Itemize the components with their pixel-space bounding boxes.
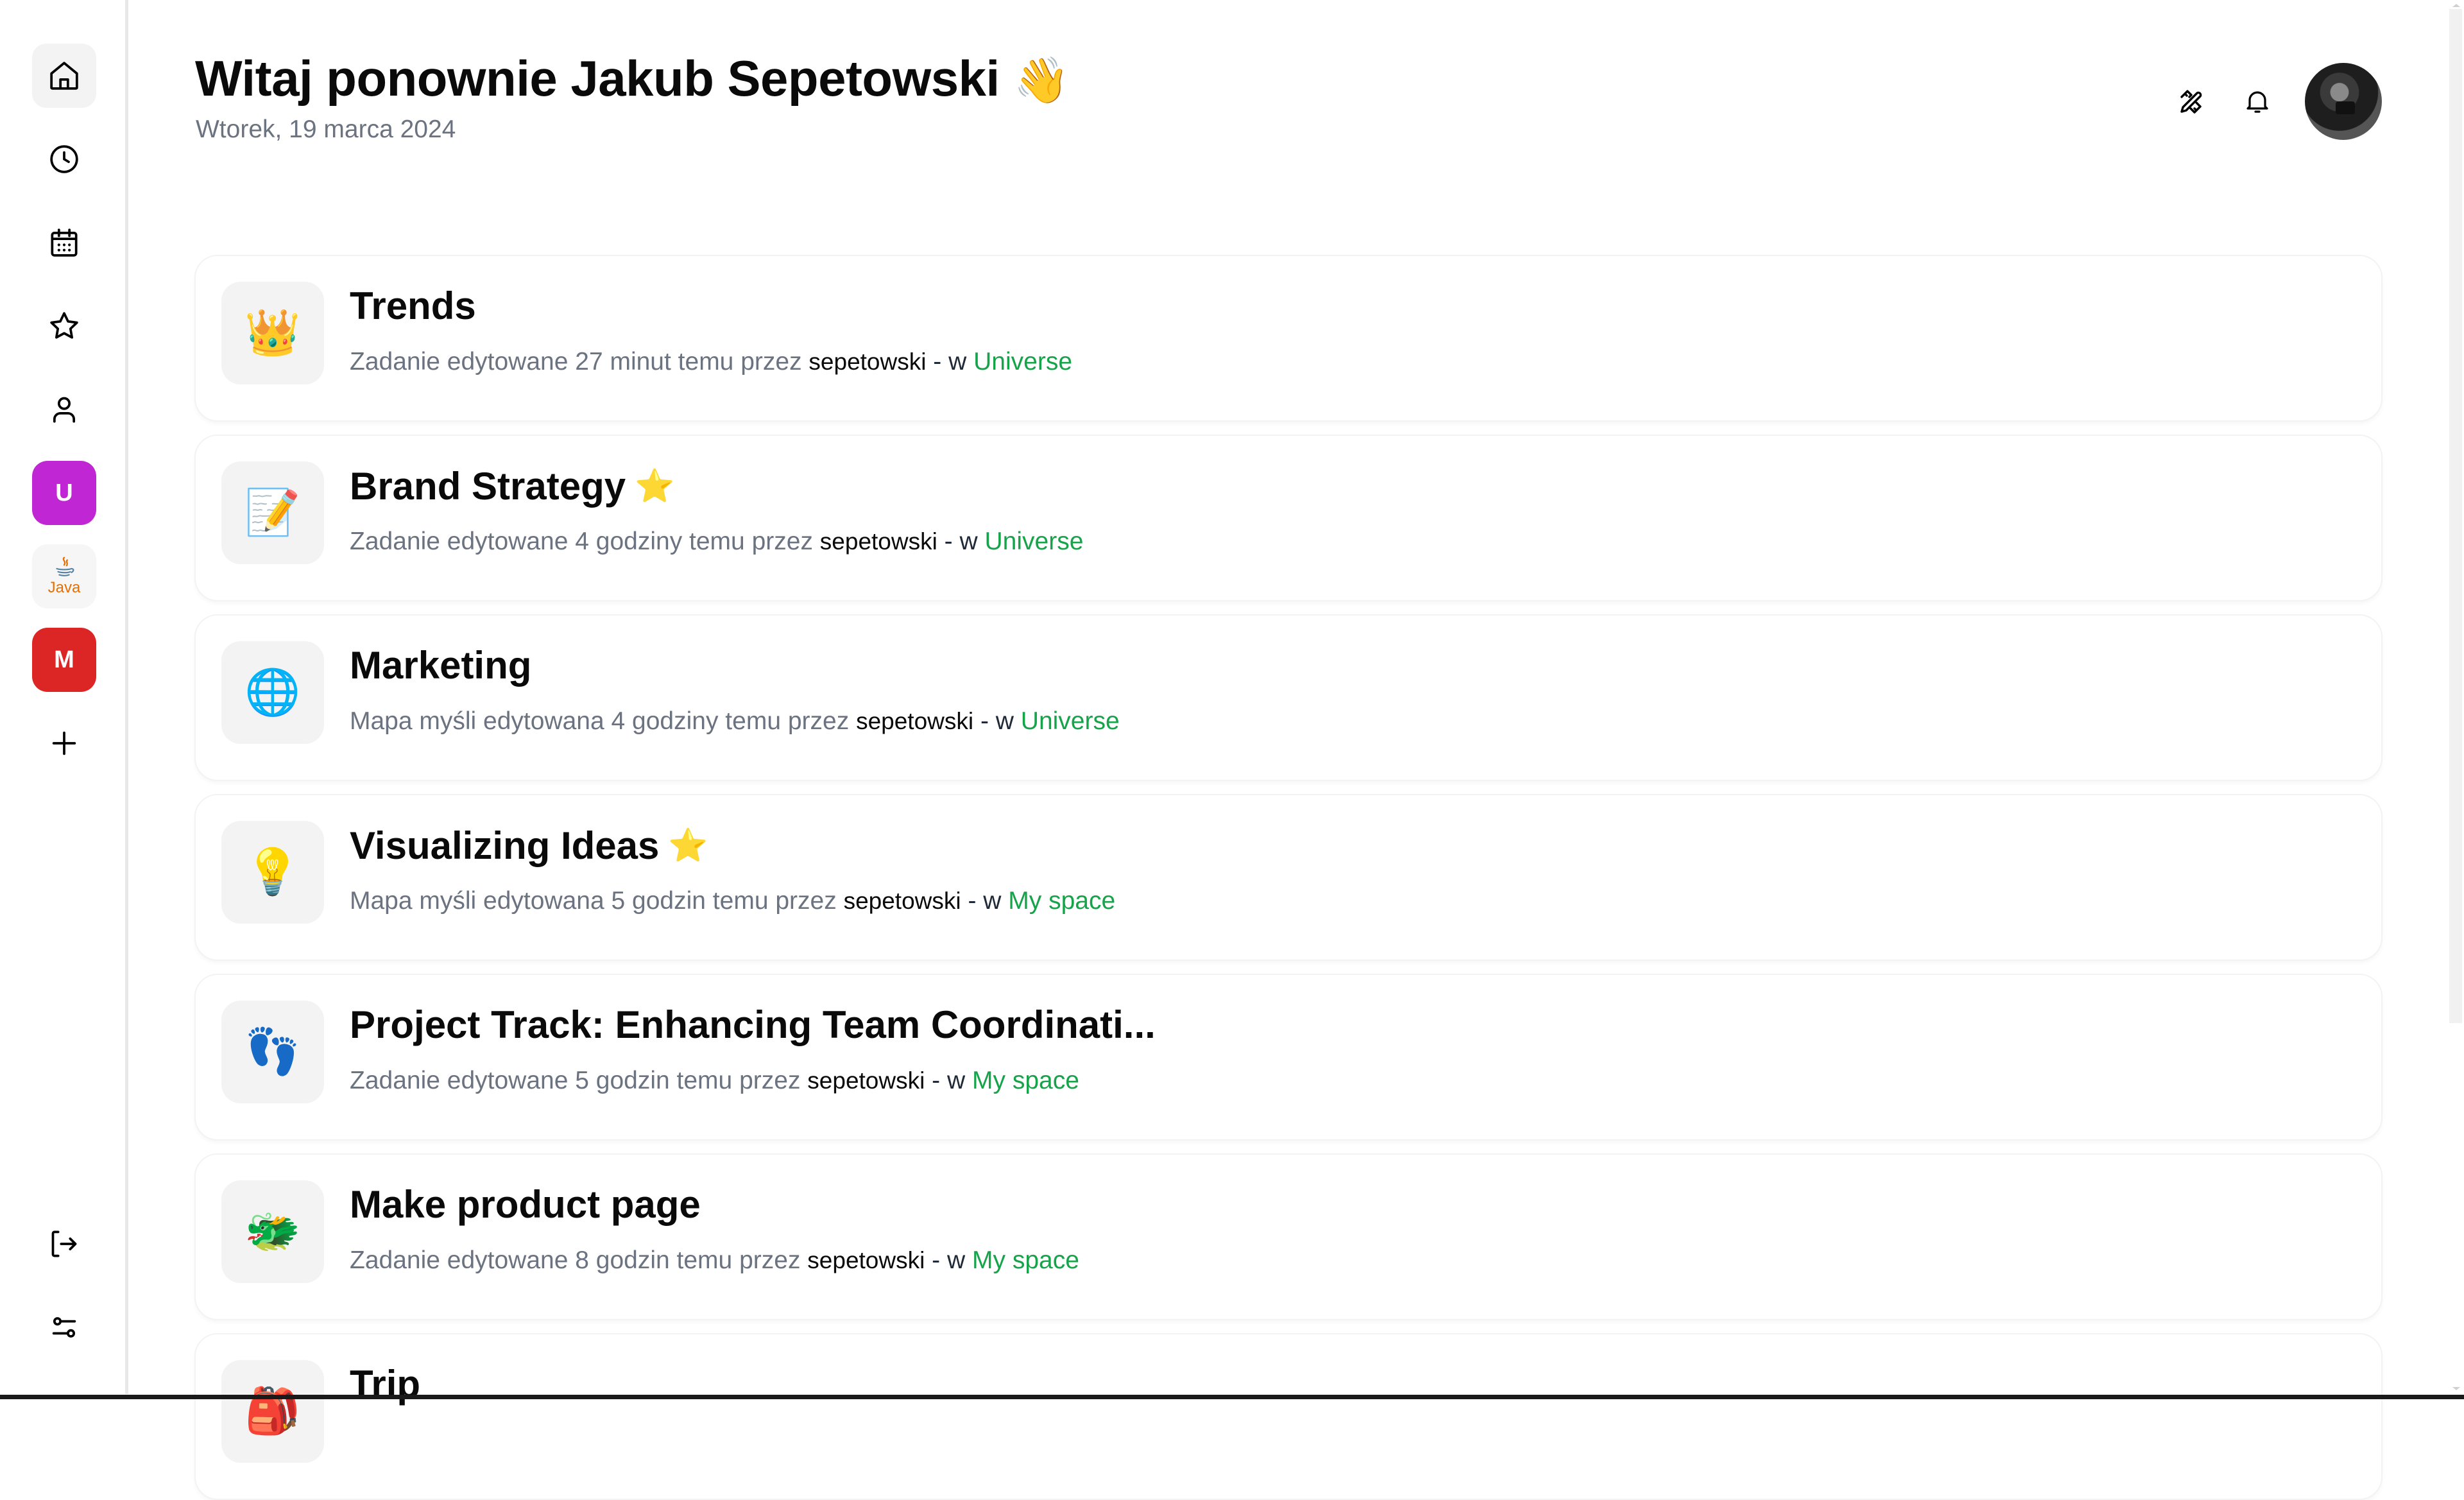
item-title: Project Track: Enhancing Team Coordinati… (350, 1002, 1156, 1048)
tools-icon (2180, 90, 2202, 114)
sidebar-item-home[interactable] (32, 44, 96, 108)
item-action: Zadanie edytowane 4 godziny temu przez (350, 528, 813, 555)
clock-icon (50, 145, 78, 173)
current-date: Wtorek, 19 marca 2024 (196, 116, 456, 143)
item-meta: Zadanie edytowane 5 godzin temu przez se… (350, 1065, 1079, 1097)
item-separator: - w (932, 1067, 966, 1094)
sidebar-item-calendar[interactable] (32, 211, 96, 275)
list-item[interactable]: 📝 Brand Strategy ⭐ Zadanie edytowane 4 go… (194, 435, 2383, 601)
item-title: Make product page (350, 1182, 701, 1228)
favorite-star-icon: ⭐ (668, 827, 708, 863)
item-title-text: Trends (350, 284, 476, 327)
waving-hand-icon: 👋 (1013, 55, 1070, 105)
item-title-text: Marketing (350, 644, 532, 687)
tools-button[interactable] (2174, 83, 2210, 119)
item-action: Zadanie edytowane 5 godzin temu przez (350, 1067, 801, 1094)
item-space-link[interactable]: My space (1008, 887, 1115, 915)
java-logo-icon (56, 556, 74, 576)
item-action: Zadanie edytowane 27 minut temu przez (350, 348, 802, 375)
sidebar-item-profile[interactable] (32, 377, 96, 442)
item-separator: - w (944, 528, 978, 555)
logout-button[interactable] (32, 1212, 96, 1276)
item-title-text: Brand Strategy (350, 465, 626, 508)
add-space-button[interactable] (32, 711, 96, 775)
item-separator: - w (968, 887, 1002, 915)
bell-icon (2246, 91, 2268, 113)
item-meta: Zadanie edytowane 27 minut temu przez se… (350, 346, 1072, 378)
space-java-label: Java (47, 579, 81, 596)
footprints-icon: 👣 (221, 1001, 324, 1103)
memo-icon: 📝 (221, 461, 324, 564)
user-avatar[interactable] (2305, 63, 2382, 140)
item-meta: Zadanie edytowane 8 godzin temu przez se… (350, 1245, 1079, 1277)
item-meta: Zadanie edytowane 4 godziny temu przez s… (350, 526, 1083, 558)
item-user: sepetowski (807, 1067, 925, 1094)
item-meta: Mapa myśli edytowana 5 godzin temu przez… (350, 885, 1115, 917)
item-separator: - w (933, 348, 967, 375)
dragon-icon: 🐲 (221, 1180, 324, 1283)
logout-icon (51, 1230, 77, 1257)
notifications-button[interactable] (2239, 83, 2275, 119)
list-item[interactable]: 🎒 Trip (194, 1333, 2383, 1500)
user-icon (53, 397, 76, 423)
space-m[interactable]: M (32, 628, 96, 692)
item-user: sepetowski (819, 528, 937, 555)
favorite-star-icon: ⭐ (635, 468, 675, 504)
item-title: Trip (350, 1361, 420, 1408)
space-m-label: M (54, 646, 74, 673)
item-title-text: Visualizing Ideas (350, 824, 660, 867)
item-action: Mapa myśli edytowana 5 godzin temu przez (350, 887, 837, 915)
scroll-up-arrow-icon[interactable] (2450, 1, 2463, 9)
sidebar-item-favorites[interactable] (32, 294, 96, 358)
item-title: Visualizing Ideas ⭐ (350, 822, 708, 869)
scrollbar-thumb[interactable] (2449, 9, 2462, 1023)
greeting-text: Witaj ponownie Jakub Sepetowski (195, 50, 1000, 107)
page-title: Witaj ponownie Jakub Sepetowski 👋 (195, 47, 1070, 111)
list-item[interactable]: 💡 Visualizing Ideas ⭐ Mapa myśli edytowan… (194, 794, 2383, 961)
sidebar-item-recent[interactable] (32, 127, 96, 191)
window-bottom-edge (0, 1395, 2464, 1399)
crown-icon: 👑 (221, 282, 324, 384)
list-item[interactable]: 🐲 Make product page Zadanie edytowane 8 … (194, 1153, 2383, 1320)
item-action: Mapa myśli edytowana 4 godziny temu prze… (350, 707, 850, 735)
item-title: Marketing (350, 642, 531, 689)
item-user: sepetowski (856, 708, 974, 734)
space-u-label: U (55, 479, 73, 506)
list-item[interactable]: 👑 Trends Zadanie edytowane 27 minut temu… (194, 255, 2383, 422)
item-title-text: Make product page (350, 1183, 701, 1226)
sidebar: U Java M (0, 0, 128, 1394)
item-user: sepetowski (807, 1247, 925, 1273)
backpack-icon: 🎒 (221, 1360, 324, 1463)
plus-icon (52, 731, 76, 755)
item-title: Brand Strategy ⭐ (350, 463, 674, 510)
list-item[interactable]: 🌐 Marketing Mapa myśli edytowana 4 godzi… (194, 614, 2383, 781)
item-title-text: Project Track: Enhancing Team Coordinati… (350, 1003, 1156, 1046)
item-space-link[interactable]: My space (972, 1246, 1079, 1274)
list-item[interactable]: 👣 Project Track: Enhancing Team Coordina… (194, 974, 2383, 1141)
item-separator: - w (932, 1246, 966, 1274)
item-separator: - w (980, 707, 1014, 735)
star-icon (50, 312, 78, 339)
item-user: sepetowski (843, 888, 961, 914)
item-user: sepetowski (809, 349, 927, 375)
space-u[interactable]: U (32, 461, 96, 525)
space-java[interactable]: Java (32, 544, 96, 608)
item-action: Zadanie edytowane 8 godzin temu przez (350, 1246, 801, 1274)
item-meta: Mapa myśli edytowana 4 godziny temu prze… (350, 705, 1120, 737)
sliders-icon (52, 1317, 76, 1338)
item-space-link[interactable]: My space (972, 1067, 1079, 1094)
item-space-link[interactable]: Universe (985, 528, 1084, 555)
globe-icon: 🌐 (221, 641, 324, 744)
item-title: Trends (350, 283, 476, 329)
home-icon (50, 62, 78, 90)
light-bulb-icon: 💡 (221, 821, 324, 924)
item-space-link[interactable]: Universe (1021, 707, 1120, 735)
item-space-link[interactable]: Universe (973, 348, 1072, 375)
scroll-down-arrow-icon[interactable] (2450, 1385, 2463, 1393)
calendar-icon (51, 228, 78, 257)
settings-button[interactable] (32, 1295, 96, 1359)
